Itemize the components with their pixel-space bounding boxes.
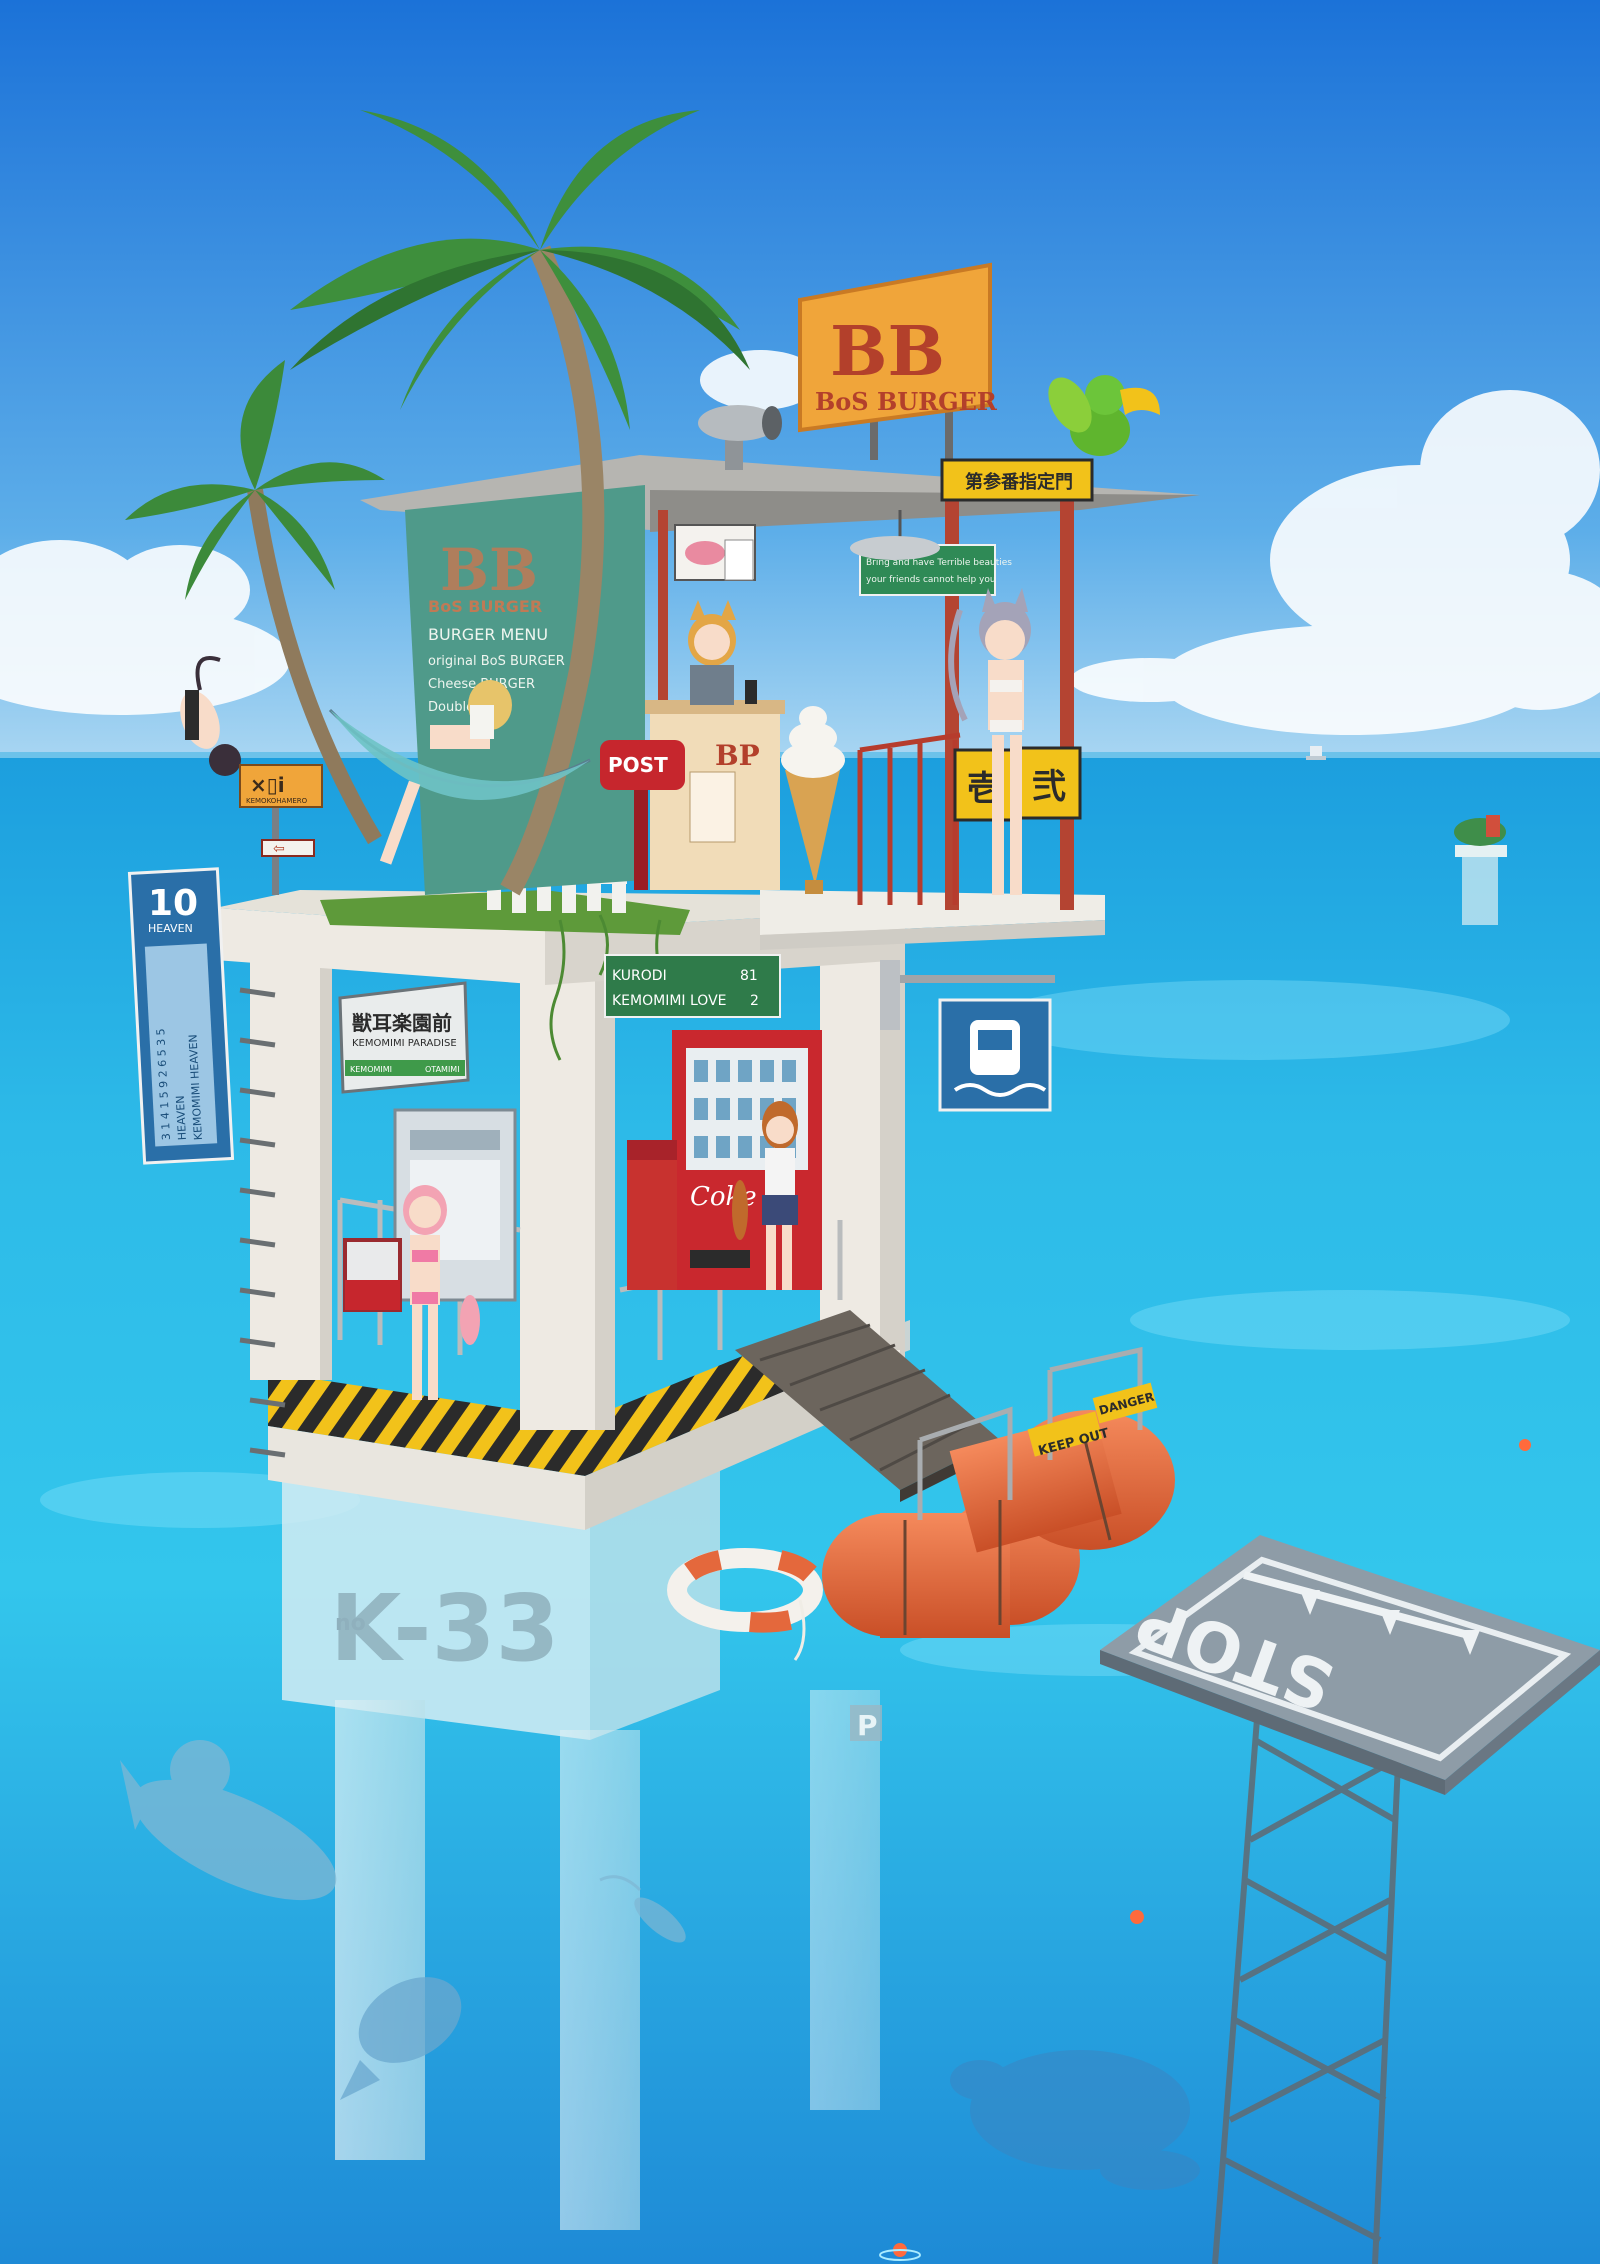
route-sign-row-1-text: KURODI — [612, 968, 667, 984]
kp-sign-right: OTAMIMI — [425, 1065, 460, 1074]
pig-sign — [674, 524, 756, 581]
banner-menu-item-3: Double — [428, 700, 474, 715]
billboard-logo: BB — [830, 312, 945, 392]
counter-logo: BP — [715, 739, 760, 772]
kemomimi-paradise-sign: 獣耳楽園前 KEMOMIMI PARADISE KEMOMIMI OTAMIMI — [338, 981, 470, 1094]
banner-name: BoS BURGER — [428, 597, 542, 616]
vending-machine: Coke — [672, 1030, 822, 1290]
banner-menu-item-1: original BoS BURGER — [428, 654, 565, 669]
hanging-sign-line2: your friends cannot help you — [866, 575, 996, 585]
recycle-bin — [627, 1140, 677, 1290]
arrow-icon: ⇦ — [273, 841, 285, 857]
banner-logo: BB — [440, 536, 538, 604]
route-sign-row-1-num: 81 — [740, 968, 758, 984]
roof-plate-text: 第参番指定門 — [965, 471, 1073, 493]
roof-plate: 第参番指定門 — [940, 458, 1094, 502]
route-sign: KURODI 81 KEMOMIMI LOVE 2 — [604, 954, 781, 1018]
kp-sign-title: 獣耳楽園前 — [352, 1011, 452, 1035]
post-label: POST — [608, 753, 668, 777]
island-sign-caption: KEMOKOHAMERO — [246, 797, 308, 805]
kemomimi-paradise-illustration: K-33 no P STOP Coke KEEP OUT DANGER BB B… — [0, 0, 1600, 2264]
warning-panel-2: 弐 — [1032, 767, 1066, 807]
island-sign-glyphs: ×▯i — [250, 773, 285, 797]
route-sign-row-2-num: 2 — [750, 993, 759, 1009]
kp-sign-subtitle: KEMOMIMI PARADISE — [352, 1038, 457, 1049]
kp-sign-left: KEMOMIMI — [350, 1065, 392, 1074]
vertical-sign-sub: HEAVEN — [148, 922, 193, 935]
billboard-name: BoS BURGER — [815, 387, 998, 416]
pillar-code-sub: no — [335, 1611, 366, 1636]
route-sign-row-2-text: KEMOMIMI LOVE — [612, 993, 727, 1009]
vertical-sign-number: 10 — [148, 883, 198, 924]
counter: BP — [645, 700, 785, 890]
gashapon-machine — [343, 1238, 402, 1312]
vertical-sign-line-2: HEAVEN — [174, 1095, 189, 1140]
lamp — [850, 536, 940, 560]
banner-menu-title: BURGER MENU — [428, 625, 548, 644]
parking-mark: P — [857, 1709, 878, 1742]
vertical-sign: 10 HEAVEN 3 1 4 1 5 9 2 6 5 3 5 HEAVEN K… — [127, 867, 235, 1165]
